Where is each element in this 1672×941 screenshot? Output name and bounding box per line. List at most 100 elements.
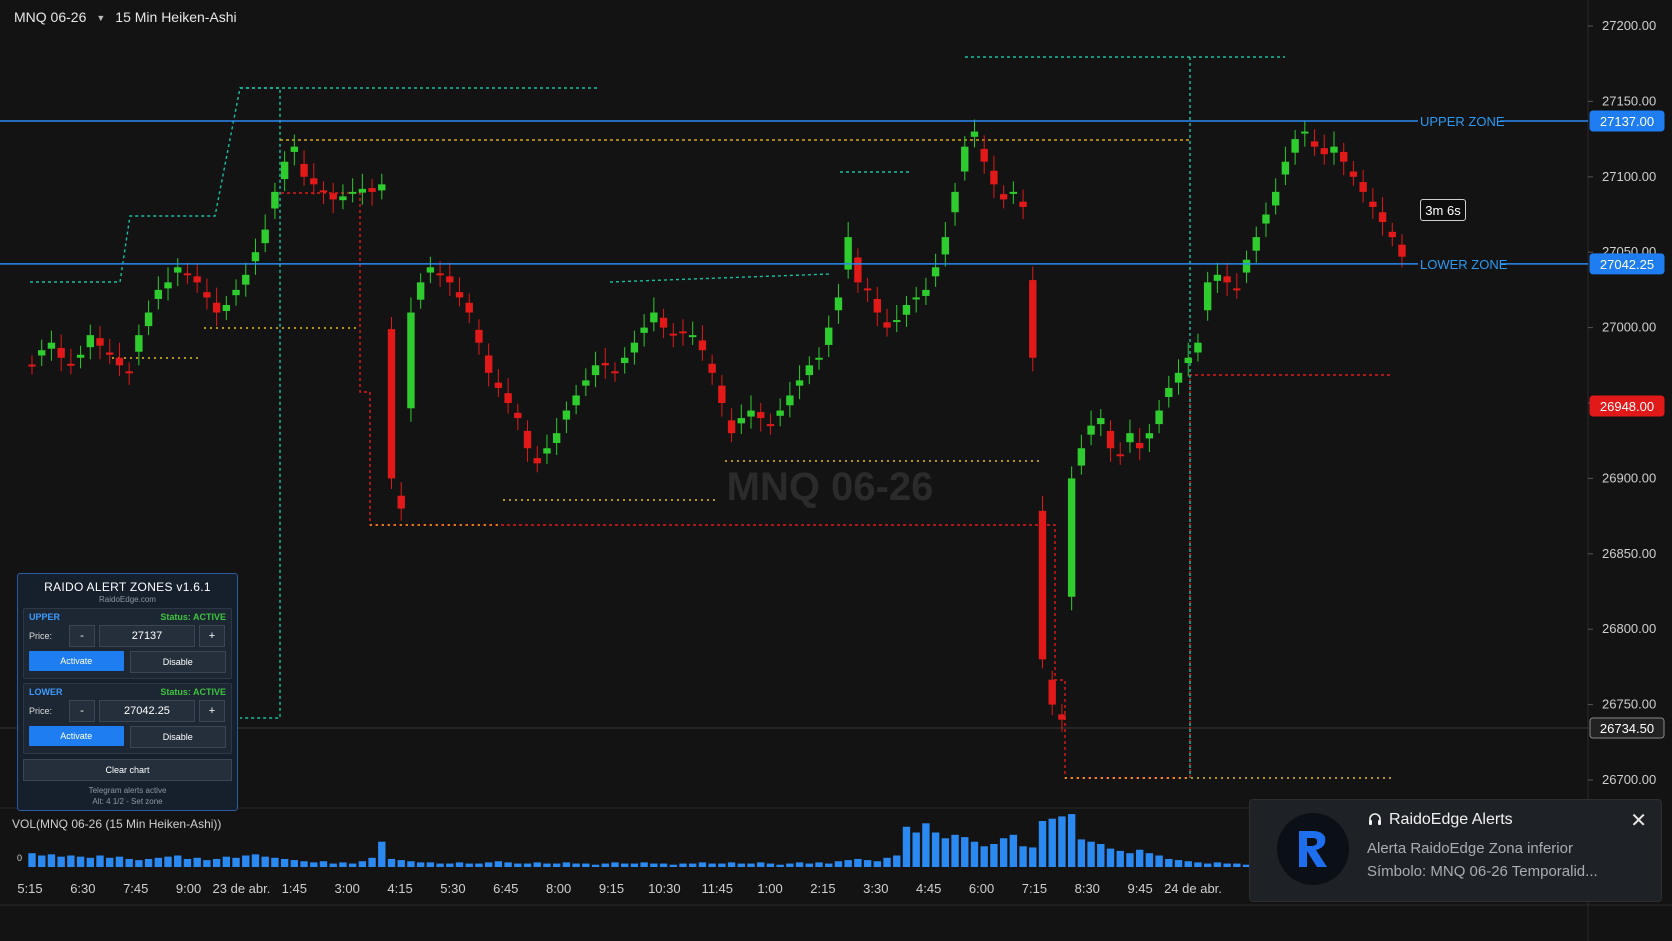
lower-increment-button[interactable]: + — [199, 700, 225, 722]
candle-body — [1310, 141, 1319, 147]
upper-activate-button[interactable]: Activate — [29, 651, 124, 671]
candle-body — [1145, 433, 1154, 439]
time-axis-label: 3:30 — [863, 881, 888, 896]
volume-bar — [1029, 847, 1037, 867]
volume-bar — [1145, 853, 1154, 867]
volume-bar — [980, 846, 988, 867]
lower-price-input[interactable]: 27042.25 — [99, 700, 195, 722]
volume-bar — [873, 861, 882, 867]
volume-bar — [727, 862, 736, 867]
volume-bar — [368, 857, 376, 867]
candle-body — [689, 335, 697, 338]
volume-bar — [1194, 862, 1202, 867]
symbol-watermark: MNQ 06-26 — [727, 465, 934, 509]
volume-bar — [38, 855, 46, 867]
candle-body — [115, 357, 124, 366]
candle-body — [999, 194, 1008, 200]
volume-bar — [251, 854, 260, 867]
clear-chart-button[interactable]: Clear chart — [23, 759, 232, 781]
volume-bar — [941, 838, 950, 867]
time-axis-label: 1:45 — [282, 881, 307, 896]
volume-bar — [776, 864, 784, 867]
candle-body — [786, 395, 794, 406]
volume-bar — [902, 826, 911, 867]
candle-body — [280, 161, 289, 180]
time-axis-label: 7:15 — [1022, 881, 1047, 896]
telegram-status-text: Telegram alerts active — [88, 786, 167, 795]
upper-price-input[interactable]: 27137 — [99, 625, 195, 647]
volume-bar — [494, 861, 503, 867]
volume-bar — [922, 823, 930, 867]
candle-body — [57, 347, 65, 358]
symbol-selector[interactable]: MNQ 06-26 — [14, 9, 86, 25]
candle-body — [1058, 714, 1066, 720]
candle-body — [203, 292, 211, 298]
chevron-down-icon[interactable]: ▼ — [96, 13, 105, 23]
lower-disable-button[interactable]: Disable — [129, 726, 226, 748]
volume-bar — [659, 863, 668, 867]
volume-bar — [300, 861, 308, 867]
lower-zone-name: LOWER — [29, 687, 63, 697]
time-axis-label: 23 de abr. — [213, 881, 271, 896]
upper-disable-button[interactable]: Disable — [129, 651, 226, 673]
candle-body — [883, 322, 891, 328]
candle-body — [552, 433, 561, 443]
candle-body — [387, 329, 396, 479]
volume-bar — [232, 857, 240, 867]
raidoedge-logo — [1277, 813, 1349, 885]
candle-body — [1281, 161, 1290, 175]
volume-bar — [125, 858, 133, 867]
candle-body — [591, 365, 600, 376]
candle-body — [757, 412, 765, 419]
volume-bar — [747, 863, 755, 867]
lower-decrement-button[interactable]: - — [69, 700, 95, 722]
volume-bar — [1077, 839, 1086, 867]
candle-body — [1194, 342, 1202, 353]
volume-bar — [1184, 861, 1192, 867]
upper-increment-button[interactable]: + — [199, 625, 225, 647]
volume-bar — [669, 864, 677, 867]
volume-bar — [679, 863, 687, 867]
candle-body — [1019, 201, 1027, 207]
panel-title: RAIDO ALERT ZONES v1.6.1 — [44, 580, 211, 594]
candle-body — [951, 191, 959, 213]
candle-body — [601, 363, 609, 366]
candle-body — [378, 184, 386, 191]
candle-body — [747, 410, 755, 417]
candle-body — [630, 342, 639, 353]
headset-icon — [1369, 813, 1381, 825]
volume-bar — [689, 863, 697, 867]
volume-bar — [378, 841, 386, 867]
candle-body — [47, 342, 56, 349]
alert-notification[interactable]: RaidoEdge Alerts Alerta RaidoEdge Zona i… — [1249, 799, 1662, 902]
candle-body — [970, 131, 979, 137]
volume-bar — [601, 863, 609, 867]
candle-body — [640, 327, 648, 333]
lower-activate-button[interactable]: Activate — [29, 726, 124, 746]
volume-bar — [786, 863, 794, 867]
volume-label: VOL(MNQ 06-26 (15 Min Heiken-Ashi)) — [12, 817, 222, 831]
candle-body — [232, 289, 240, 296]
timeframe-label[interactable]: 15 Min Heiken-Ashi — [115, 9, 236, 25]
candle-body — [844, 237, 852, 270]
volume-bar — [222, 856, 231, 867]
volume-bar — [630, 863, 639, 867]
close-icon[interactable]: ✕ — [1630, 811, 1647, 831]
upper-price-badge: 27137.00 — [1600, 114, 1654, 129]
volume-bar — [1165, 858, 1173, 867]
price-axis-label: 27000.00 — [1602, 320, 1656, 335]
candle-body — [397, 495, 405, 509]
volume-bar — [475, 863, 483, 867]
candle-body — [776, 410, 784, 416]
volume-bar — [990, 844, 998, 867]
upper-decrement-button[interactable]: - — [69, 625, 95, 647]
candle-body — [261, 229, 269, 244]
volume-bar — [893, 855, 901, 867]
volume-bar — [854, 858, 862, 867]
candle-body — [718, 385, 726, 403]
volume-bar — [708, 863, 716, 867]
volume-bar — [1223, 863, 1231, 867]
candle-body — [1271, 191, 1280, 206]
volume-bar — [290, 860, 299, 867]
candle-body — [1378, 212, 1387, 223]
